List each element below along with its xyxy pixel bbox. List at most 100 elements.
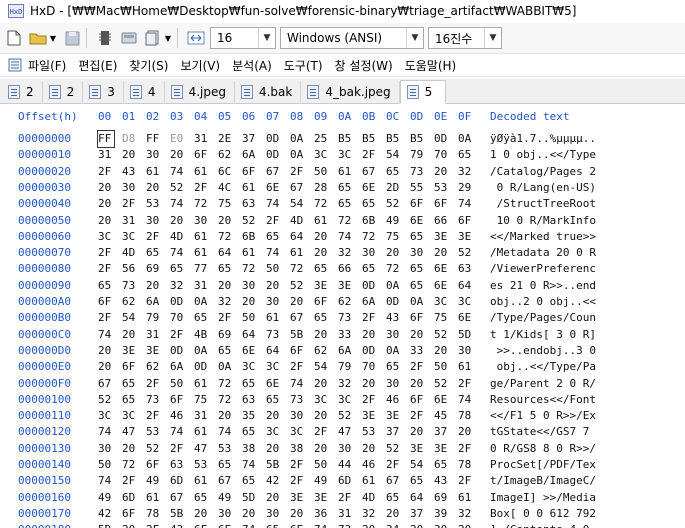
hex-byte[interactable]: 2F [314,424,330,440]
hex-byte[interactable]: 6F [194,147,210,163]
hex-byte[interactable]: 53 [218,441,234,457]
bytes-per-row-combo[interactable]: 16 ▼ [210,27,276,49]
hex-byte[interactable]: 6F [170,392,186,408]
hex-byte[interactable]: 72 [362,229,378,245]
decoded-text[interactable]: /Metadata 20 0 R [490,245,596,261]
hex-byte[interactable]: 64 [458,278,474,294]
hex-byte[interactable]: 3E [362,408,378,424]
hex-byte[interactable]: 63 [170,457,186,473]
hex-byte[interactable]: 20 [194,506,210,522]
hex-byte[interactable]: 6F [434,196,450,212]
hex-byte[interactable]: 20 [434,343,450,359]
hex-byte[interactable]: 75 [218,196,234,212]
hex-byte[interactable]: 62 [218,147,234,163]
decoded-text[interactable]: t/ImageB/ImageC/ [490,473,596,489]
hex-byte[interactable]: 39 [434,506,450,522]
hex-byte[interactable]: 20 [410,327,426,343]
hex-byte[interactable]: 69 [218,327,234,343]
open-folder-icon[interactable] [28,28,48,48]
hex-byte[interactable]: 65 [122,376,138,392]
decoded-text[interactable]: <</F1 5 0 R>>/Ex [490,408,596,424]
hex-byte[interactable]: B5 [362,131,378,147]
hex-byte[interactable]: 56 [122,261,138,277]
hex-byte[interactable]: 74 [458,196,474,212]
hex-byte[interactable]: 3C [242,359,258,375]
hex-byte[interactable]: 74 [98,424,114,440]
hex-byte[interactable]: 3C [338,147,354,163]
hex-byte[interactable]: 31 [194,131,210,147]
decoded-text[interactable]: obj..<</Type/Pa [490,359,596,375]
hex-byte[interactable]: 67 [218,473,234,489]
hex-byte[interactable]: 28 [314,180,330,196]
hex-byte[interactable]: 20 [386,245,402,261]
hex-byte[interactable]: 6E [362,180,378,196]
hex-byte[interactable]: 20 [122,147,138,163]
hex-byte[interactable]: 6E [218,522,234,528]
hex-byte[interactable]: 5B [290,327,306,343]
hex-byte[interactable]: 65 [362,196,378,212]
hex-byte[interactable]: 38 [242,441,258,457]
hex-byte[interactable]: 53 [146,424,162,440]
hex-byte[interactable]: 29 [458,180,474,196]
hex-byte[interactable]: 65 [194,310,210,326]
hex-byte[interactable]: 74 [290,376,306,392]
hex-byte[interactable]: 47 [194,441,210,457]
hex-byte[interactable]: 2F [146,229,162,245]
hex-byte[interactable]: 65 [458,147,474,163]
pages-icon[interactable] [143,28,163,48]
hex-byte[interactable]: 2F [146,522,162,528]
hex-byte[interactable]: 20 [314,327,330,343]
hex-byte[interactable]: 61 [146,164,162,180]
hex-byte[interactable]: 63 [458,261,474,277]
hex-byte[interactable]: 3C [290,424,306,440]
hex-byte[interactable]: 0D [362,343,378,359]
hex-byte[interactable]: 20 [266,278,282,294]
hex-byte[interactable]: 30 [218,506,234,522]
hex-byte[interactable]: 6E [434,261,450,277]
hex-byte[interactable]: 67 [290,310,306,326]
hex-byte[interactable]: 65 [146,245,162,261]
hex-byte[interactable]: 61 [314,213,330,229]
hex-byte[interactable]: 61 [194,245,210,261]
hex-byte[interactable]: 3E [122,343,138,359]
hex-byte[interactable]: 4D [170,229,186,245]
hex-byte[interactable]: 5D [98,522,114,528]
hex-byte[interactable]: 0D [266,131,282,147]
hex-byte[interactable]: 2F [362,147,378,163]
hex-byte[interactable]: 74 [314,522,330,528]
hex-byte[interactable]: 30 [146,147,162,163]
hex-byte[interactable]: 3C [314,392,330,408]
pages-dropdown-icon[interactable]: ▼ [163,28,173,48]
hex-byte[interactable]: 2F [266,213,282,229]
hex-byte[interactable]: 46 [170,408,186,424]
hex-byte[interactable]: 20 [218,213,234,229]
tab-4-jpeg[interactable]: 4.jpeg [164,81,235,103]
hex-byte[interactable]: 53 [194,457,210,473]
hex-byte[interactable]: 50 [314,457,330,473]
hex-byte[interactable]: 20 [146,278,162,294]
hex-byte[interactable]: 2F [290,457,306,473]
hex-byte[interactable]: 20 [242,294,258,310]
hex-byte[interactable]: 61 [458,359,474,375]
hex-byte[interactable]: 32 [218,294,234,310]
hex-byte[interactable]: 3E [314,490,330,506]
hex-byte[interactable]: 2F [290,473,306,489]
hex-byte[interactable]: 53 [434,180,450,196]
tab-4-bak-jpeg[interactable]: 4_bak.jpeg [301,81,400,103]
hex-byte[interactable]: 72 [314,196,330,212]
hex-byte[interactable]: 32 [458,164,474,180]
hex-byte[interactable]: 74 [266,245,282,261]
hex-byte[interactable]: 6F [194,522,210,528]
hex-byte[interactable]: 70 [434,147,450,163]
hex-byte[interactable]: 25 [314,131,330,147]
hex-byte[interactable]: 61 [194,164,210,180]
hex-byte[interactable]: 20 [218,408,234,424]
hex-byte[interactable]: 61 [194,473,210,489]
hex-byte[interactable]: 6F [410,310,426,326]
hex-byte[interactable]: 20 [266,490,282,506]
hex-byte[interactable]: 31 [194,408,210,424]
disk-icon[interactable] [119,28,139,48]
hex-byte[interactable]: 75 [386,229,402,245]
hex-byte[interactable]: 52 [386,196,402,212]
hex-byte[interactable]: 31 [194,278,210,294]
